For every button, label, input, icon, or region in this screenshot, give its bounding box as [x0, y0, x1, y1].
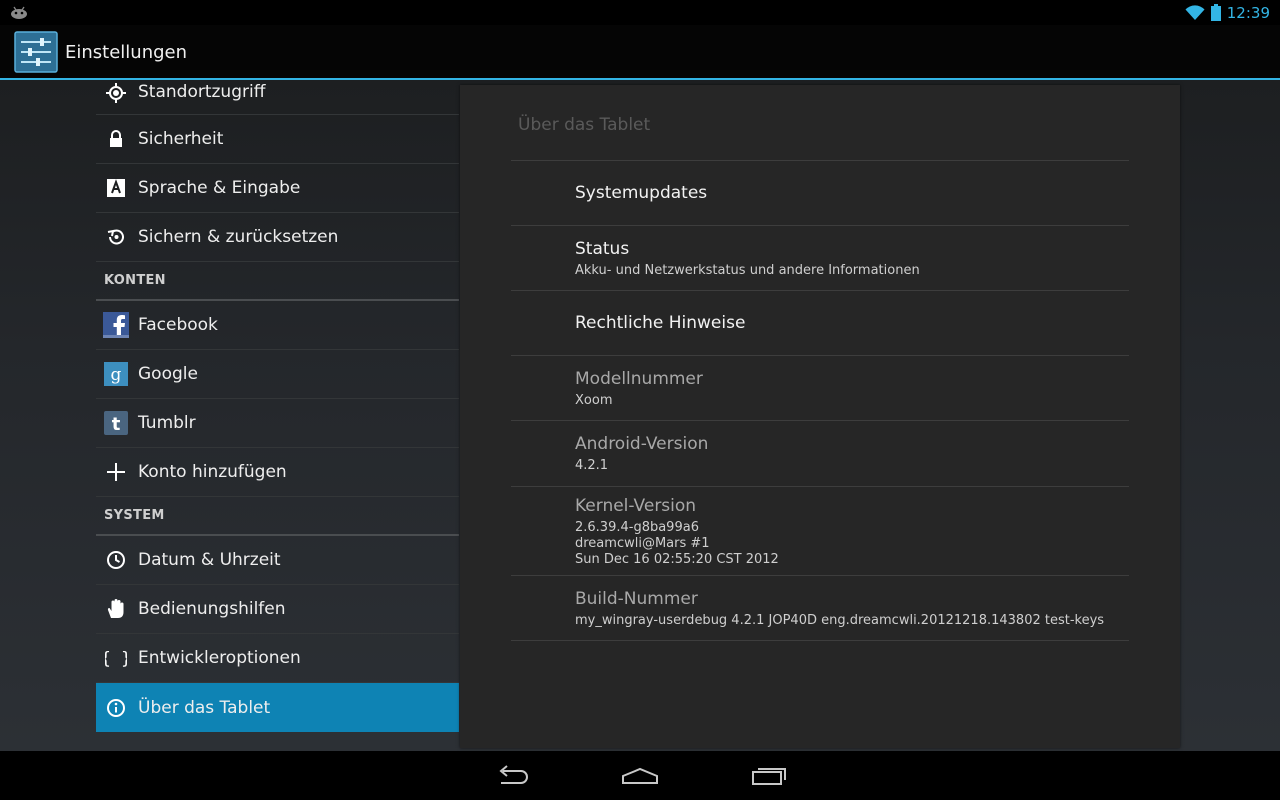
settings-item-label: Sprache & Eingabe — [138, 178, 301, 198]
settings-item-backup[interactable]: Sichern & zurücksetzen — [96, 213, 459, 262]
settings-content: Standortzugriff Sicherheit Sprache & Ein… — [0, 80, 1280, 751]
pref-title: Modellnummer — [575, 369, 703, 389]
pref-legal-notices[interactable]: Rechtliche Hinweise — [511, 291, 1129, 356]
settings-item-location[interactable]: Standortzugriff — [96, 80, 459, 115]
settings-item-language[interactable]: Sprache & Eingabe — [96, 164, 459, 213]
pref-summary: 2.6.39.4-g8ba99a6 dreamcwli@Mars #1 Sun … — [575, 520, 779, 567]
section-header-system: SYSTEM — [96, 497, 459, 536]
about-preferences: Systemupdates Status Akku- und Netzwerks… — [511, 161, 1129, 641]
location-icon — [106, 83, 126, 103]
add-icon — [107, 463, 125, 481]
settings-item-tumblr[interactable]: t Tumblr — [96, 399, 459, 448]
clock-icon — [107, 551, 125, 569]
pref-kernel-version: Kernel-Version 2.6.39.4-g8ba99a6 dreamcw… — [511, 487, 1129, 576]
section-header-label: KONTEN — [104, 273, 166, 288]
braces-icon: { } — [105, 649, 127, 669]
section-header-accounts: KONTEN — [96, 262, 459, 301]
pref-build-number[interactable]: Build-Nummer my_wingray-userdebug 4.2.1 … — [511, 576, 1129, 641]
settings-item-label: Sicherheit — [138, 129, 224, 149]
pref-android-version[interactable]: Android-Version 4.2.1 — [511, 421, 1129, 487]
navigation-bar — [0, 751, 1280, 800]
settings-item-accessibility[interactable]: Bedienungshilfen — [96, 585, 459, 634]
google-icon: g — [104, 362, 128, 386]
settings-app-icon[interactable] — [14, 31, 58, 73]
settings-item-label: Entwickleroptionen — [138, 648, 301, 668]
keyboard-language-icon — [107, 179, 125, 197]
settings-item-label: Bedienungshilfen — [138, 599, 286, 619]
accessibility-hand-icon — [107, 599, 124, 618]
pref-summary: Xoom — [575, 393, 613, 408]
svg-text:g: g — [111, 365, 122, 385]
settings-item-facebook[interactable]: Facebook — [96, 301, 459, 350]
settings-item-label: Datum & Uhrzeit — [138, 550, 281, 570]
settings-item-about[interactable]: Über das Tablet — [96, 683, 459, 732]
settings-item-label: Tumblr — [138, 413, 196, 433]
settings-item-label: Über das Tablet — [138, 697, 271, 718]
app-title: Einstellungen — [65, 42, 188, 63]
battery-icon — [1210, 4, 1221, 21]
settings-item-label: Standortzugriff — [138, 82, 266, 102]
settings-item-developer[interactable]: { } Entwickleroptionen — [96, 634, 459, 683]
pref-system-updates[interactable]: Systemupdates — [511, 161, 1129, 226]
pref-title: Status — [575, 239, 630, 259]
pref-title: Rechtliche Hinweise — [575, 313, 746, 333]
section-header-label: SYSTEM — [104, 508, 165, 523]
pref-title: Kernel-Version — [575, 496, 697, 516]
pref-title: Android-Version — [575, 434, 709, 454]
about-tablet-panel: Über das Tablet Systemupdates Status Akk… — [460, 85, 1180, 748]
tumblr-icon: t — [104, 411, 128, 435]
panel-title: Über das Tablet — [518, 115, 651, 135]
pref-title: Build-Nummer — [575, 589, 698, 609]
settings-item-add-account[interactable]: Konto hinzufügen — [96, 448, 459, 497]
recent-apps-icon[interactable] — [750, 763, 790, 789]
lock-icon — [110, 130, 122, 147]
svg-text:{ }: { } — [105, 649, 127, 669]
pref-summary: Akku- und Netzwerkstatus und andere Info… — [575, 263, 920, 278]
pref-title: Systemupdates — [575, 183, 708, 203]
settings-item-label: Google — [138, 364, 198, 384]
svg-text:t: t — [112, 414, 121, 435]
back-icon[interactable] — [493, 763, 533, 789]
settings-item-label: Sichern & zurücksetzen — [138, 227, 339, 247]
info-icon — [107, 698, 125, 717]
backup-restore-icon — [107, 229, 124, 245]
settings-item-label: Konto hinzufügen — [138, 462, 287, 482]
settings-item-security[interactable]: Sicherheit — [96, 115, 459, 164]
pref-summary: 4.2.1 — [575, 458, 609, 473]
status-bar: 12:39 — [0, 0, 1280, 25]
settings-item-google[interactable]: g Google — [96, 350, 459, 399]
clock-time: 12:39 — [1226, 3, 1270, 22]
pref-summary: my_wingray-userdebug 4.2.1 JOP40D eng.dr… — [575, 613, 1105, 628]
pref-status[interactable]: Status Akku- und Netzwerkstatus und ande… — [511, 226, 1129, 291]
android-debug-icon — [11, 6, 27, 19]
action-bar: Einstellungen — [0, 25, 1280, 80]
settings-item-date-time[interactable]: Datum & Uhrzeit — [96, 536, 459, 585]
facebook-icon — [103, 312, 129, 338]
settings-category-list: Standortzugriff Sicherheit Sprache & Ein… — [96, 80, 459, 732]
home-icon[interactable] — [620, 763, 660, 789]
pref-model-number: Modellnummer Xoom — [511, 356, 1129, 421]
settings-item-label: Facebook — [138, 315, 218, 335]
wifi-icon — [1185, 4, 1205, 20]
